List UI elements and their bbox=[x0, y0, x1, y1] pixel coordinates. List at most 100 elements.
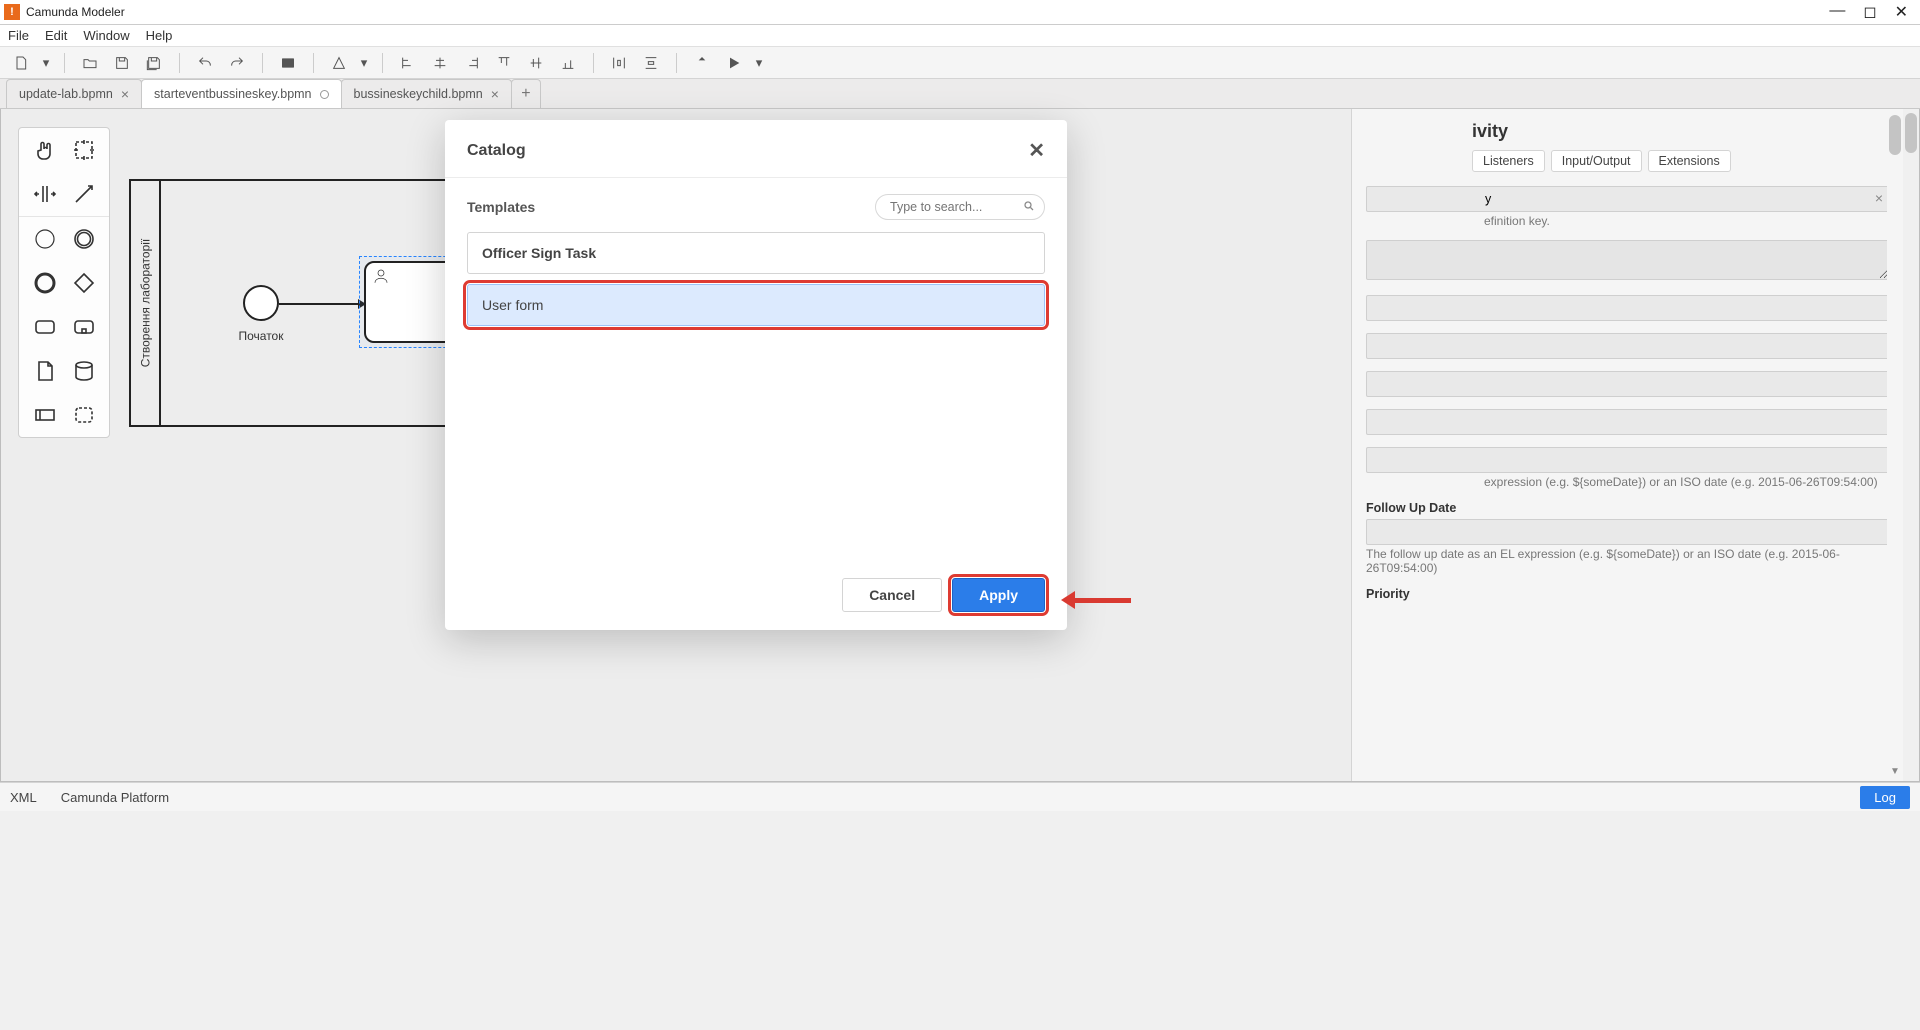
gateway-icon[interactable] bbox=[70, 269, 98, 297]
generic-input-1[interactable] bbox=[1366, 295, 1889, 321]
start-event-shape[interactable] bbox=[243, 285, 279, 321]
global-connect-tool-icon[interactable] bbox=[70, 180, 98, 208]
menu-help[interactable]: Help bbox=[146, 28, 173, 43]
modal-title: Catalog bbox=[467, 142, 1028, 160]
align-center-h-button[interactable] bbox=[429, 52, 451, 74]
generic-input-4[interactable] bbox=[1366, 409, 1889, 435]
textarea-field[interactable] bbox=[1366, 240, 1889, 280]
deploy-button[interactable] bbox=[691, 52, 713, 74]
align-bottom-button[interactable] bbox=[557, 52, 579, 74]
tab-label: starteventbussineskey.bpmn bbox=[154, 87, 312, 101]
log-button[interactable]: Log bbox=[1860, 786, 1910, 809]
sequence-flow-arrow[interactable] bbox=[279, 303, 365, 305]
scroll-down-icon[interactable]: ▼ bbox=[1887, 766, 1903, 777]
redo-button[interactable] bbox=[226, 52, 248, 74]
save-button[interactable] bbox=[111, 52, 133, 74]
window-close-button[interactable]: ✕ bbox=[1895, 2, 1908, 22]
intermediate-event-icon[interactable] bbox=[31, 269, 59, 297]
lane-title: Створення лабораторії bbox=[138, 239, 152, 368]
tab-listeners[interactable]: Listeners bbox=[1472, 150, 1545, 172]
menu-file[interactable]: File bbox=[8, 28, 29, 43]
data-store-icon[interactable] bbox=[70, 357, 98, 385]
definition-key-hint: efinition key. bbox=[1366, 214, 1889, 228]
tab-input-output[interactable]: Input/Output bbox=[1551, 150, 1642, 172]
run-button[interactable] bbox=[723, 52, 745, 74]
undo-button[interactable] bbox=[194, 52, 216, 74]
task-icon[interactable] bbox=[31, 313, 59, 341]
cancel-button[interactable]: Cancel bbox=[842, 578, 942, 612]
hand-tool-icon[interactable] bbox=[31, 136, 59, 164]
run-dropdown-icon[interactable]: ▾ bbox=[755, 52, 763, 74]
lane-header[interactable]: Створення лабораторії bbox=[131, 181, 161, 425]
template-item-user-form[interactable]: User form bbox=[467, 284, 1045, 326]
new-file-dropdown-icon[interactable]: ▾ bbox=[42, 52, 50, 74]
properties-scrollbar[interactable]: ▼ bbox=[1887, 109, 1903, 781]
status-platform[interactable]: Camunda Platform bbox=[61, 790, 169, 805]
close-icon[interactable]: × bbox=[491, 86, 499, 102]
open-file-button[interactable] bbox=[79, 52, 101, 74]
main-scrollbar[interactable] bbox=[1903, 109, 1919, 781]
menu-window[interactable]: Window bbox=[83, 28, 129, 43]
align-center-v-button[interactable] bbox=[525, 52, 547, 74]
catalog-modal: Catalog ✕ Templates Officer Sign Task Us… bbox=[445, 120, 1067, 630]
generic-input-3[interactable] bbox=[1366, 371, 1889, 397]
element-palette bbox=[18, 127, 110, 438]
menu-edit[interactable]: Edit bbox=[45, 28, 67, 43]
start-event-thin-icon[interactable] bbox=[31, 225, 59, 253]
save-all-button[interactable] bbox=[143, 52, 165, 74]
align-left-button[interactable] bbox=[397, 52, 419, 74]
document-tabs: update-lab.bpmn × starteventbussineskey.… bbox=[0, 79, 1920, 109]
tab-extensions[interactable]: Extensions bbox=[1648, 150, 1731, 172]
follow-up-date-label: Follow Up Date bbox=[1366, 501, 1889, 515]
expression-hint-top: expression (e.g. ${someDate}) or an ISO … bbox=[1366, 475, 1889, 489]
template-item-officer-sign-task[interactable]: Officer Sign Task bbox=[467, 232, 1045, 274]
close-icon[interactable]: × bbox=[121, 86, 129, 102]
scroll-thumb[interactable] bbox=[1889, 115, 1901, 155]
data-object-icon[interactable] bbox=[31, 357, 59, 385]
generic-input-2[interactable] bbox=[1366, 333, 1889, 359]
follow-up-date-hint: The follow up date as an EL expression (… bbox=[1366, 547, 1889, 575]
tab-bussineskeychild[interactable]: bussineskeychild.bpmn × bbox=[341, 79, 512, 108]
align-right-button[interactable] bbox=[461, 52, 483, 74]
unsaved-indicator-icon bbox=[320, 90, 329, 99]
definition-key-input[interactable] bbox=[1366, 186, 1889, 212]
window-minimize-button[interactable]: — bbox=[1829, 2, 1845, 22]
space-tool-icon[interactable] bbox=[31, 180, 59, 208]
follow-up-date-input[interactable] bbox=[1366, 519, 1889, 545]
generic-input-5[interactable] bbox=[1366, 447, 1889, 473]
apply-button[interactable]: Apply bbox=[952, 578, 1045, 612]
distribute-h-button[interactable] bbox=[608, 52, 630, 74]
subprocess-icon[interactable] bbox=[70, 313, 98, 341]
align-top-button[interactable] bbox=[493, 52, 515, 74]
work-area: Створення лабораторії Початок ivity List… bbox=[0, 109, 1920, 782]
color-button[interactable] bbox=[328, 52, 350, 74]
start-event-label: Початок bbox=[230, 329, 292, 343]
clear-icon[interactable]: × bbox=[1875, 190, 1883, 206]
template-search-input[interactable] bbox=[875, 194, 1045, 220]
main-toolbar: ▾ ▾ ▾ bbox=[0, 47, 1920, 79]
template-item-label: Officer Sign Task bbox=[482, 245, 596, 261]
status-bar: XML Camunda Platform Log bbox=[0, 782, 1920, 811]
group-icon[interactable] bbox=[70, 401, 98, 429]
status-xml[interactable]: XML bbox=[10, 790, 37, 805]
window-maximize-button[interactable]: ◻ bbox=[1863, 2, 1876, 22]
annotation-arrow bbox=[1061, 593, 1131, 607]
new-file-button[interactable] bbox=[10, 52, 32, 74]
window-titlebar: ! Camunda Modeler — ◻ ✕ bbox=[0, 0, 1920, 25]
priority-label: Priority bbox=[1366, 587, 1889, 601]
image-button[interactable] bbox=[277, 52, 299, 74]
scroll-thumb[interactable] bbox=[1905, 113, 1917, 153]
tab-label: update-lab.bpmn bbox=[19, 87, 113, 101]
participant-icon[interactable] bbox=[31, 401, 59, 429]
tab-update-lab[interactable]: update-lab.bpmn × bbox=[6, 79, 142, 108]
modal-close-button[interactable]: ✕ bbox=[1028, 138, 1045, 163]
tab-starteventbussineskey[interactable]: starteventbussineskey.bpmn bbox=[141, 79, 342, 108]
app-icon: ! bbox=[4, 4, 20, 20]
lasso-tool-icon[interactable] bbox=[70, 136, 98, 164]
distribute-v-button[interactable] bbox=[640, 52, 662, 74]
user-task-icon bbox=[372, 267, 390, 285]
end-event-thick-icon[interactable] bbox=[70, 225, 98, 253]
new-tab-button[interactable]: + bbox=[511, 79, 541, 108]
color-dropdown-icon[interactable]: ▾ bbox=[360, 52, 368, 74]
template-item-label: User form bbox=[482, 297, 543, 313]
